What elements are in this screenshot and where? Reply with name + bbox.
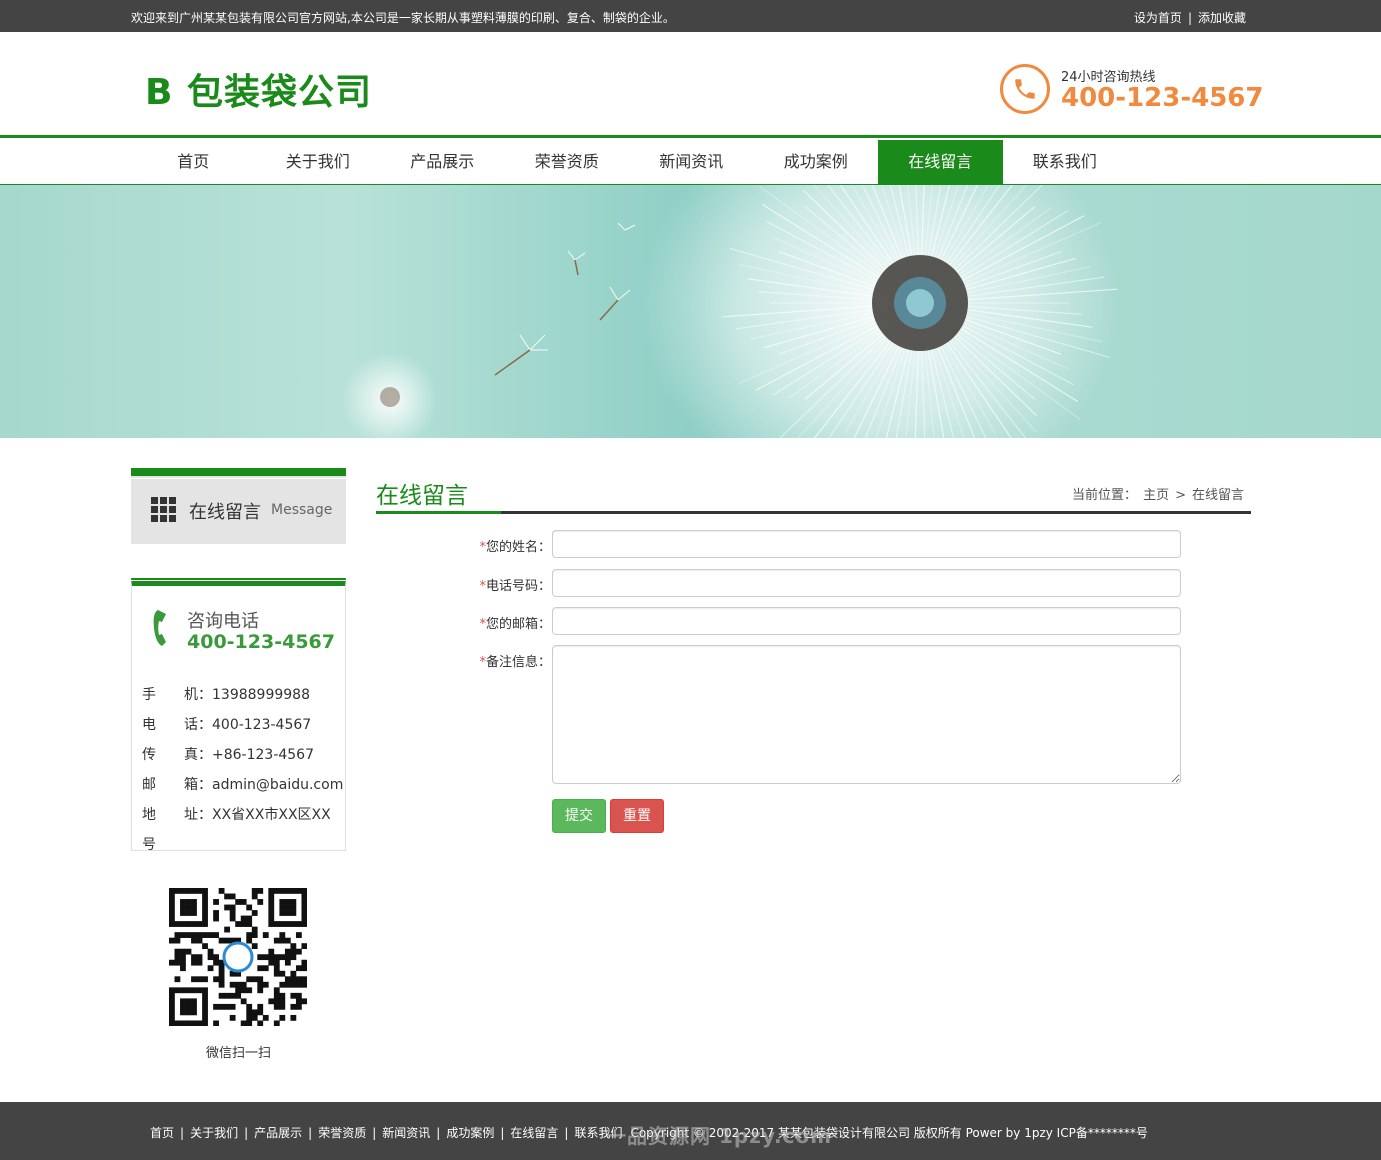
contact-number: 400-123-4567: [187, 631, 335, 653]
footer-link-honors[interactable]: 荣誉资质: [318, 1126, 366, 1140]
top-bar: 欢迎来到广州某某包装有限公司官方网站,本公司是一家长期从事塑料薄膜的印刷、复合、…: [0, 0, 1381, 32]
phone-input[interactable]: [552, 569, 1181, 597]
sidebar-title: 在线留言: [189, 502, 261, 523]
nav-item-about[interactable]: 关于我们: [256, 140, 381, 184]
nav-item-message[interactable]: 在线留言: [878, 140, 1003, 184]
telephone-icon: [152, 608, 174, 652]
nav-item-products[interactable]: 产品展示: [380, 140, 505, 184]
footer-sep: |: [500, 1126, 505, 1140]
hotline-number: 400-123-4567: [1061, 83, 1264, 113]
sidebar-subtitle: Message: [271, 502, 333, 518]
contact-email: 邮 箱：admin@baidu.com: [142, 777, 344, 793]
top-separator: |: [1187, 11, 1192, 25]
site-logo[interactable]: B 包装袋公司: [145, 63, 372, 115]
footer-sep: |: [180, 1126, 185, 1140]
welcome-text: 欢迎来到广州某某包装有限公司官方网站,本公司是一家长期从事塑料薄膜的印刷、复合、…: [131, 11, 675, 25]
email-label: *您的邮箱：: [479, 617, 551, 632]
breadcrumb-sep: >: [1175, 488, 1186, 503]
contact-box: 咨询电话 400-123-4567 手 机：13988999988 电 话：40…: [131, 578, 346, 853]
reset-button[interactable]: 重置: [610, 799, 664, 833]
contact-phone: 电 话：400-123-4567: [142, 717, 312, 733]
contact-mobile: 手 机：13988999988: [142, 687, 310, 703]
breadcrumb: 当前位置： 主页 > 在线留言: [1069, 484, 1247, 503]
footer-link-news[interactable]: 新闻资讯: [382, 1126, 430, 1140]
breadcrumb-current: 在线留言: [1191, 488, 1244, 503]
name-input[interactable]: [552, 530, 1181, 558]
footer-sep: |: [308, 1126, 313, 1140]
submit-button[interactable]: 提交: [552, 799, 606, 833]
footer-link-products[interactable]: 产品展示: [254, 1126, 302, 1140]
set-home-link[interactable]: 设为首页: [1134, 11, 1182, 25]
hero-banner: [0, 185, 1381, 438]
footer-link-message[interactable]: 在线留言: [510, 1126, 558, 1140]
site-header: B 包装袋公司 24小时咨询热线 400-123-4567: [0, 32, 1381, 136]
wechat-qr-code: [169, 888, 308, 1027]
footer-sep: |: [564, 1126, 569, 1140]
watermark: 一品资源网 1pzy.com: [606, 1124, 833, 1148]
add-favorite-link[interactable]: 添加收藏: [1198, 11, 1246, 25]
title-divider: [376, 511, 1251, 514]
qr-caption: 微信扫一扫: [205, 1046, 271, 1061]
name-label: *您的姓名：: [479, 540, 551, 555]
page-title: 在线留言: [376, 483, 468, 509]
main-nav: 首页 关于我们 产品展示 荣誉资质 新闻资讯 成功案例 在线留言 联系我们: [0, 140, 1381, 185]
nav-item-cases[interactable]: 成功案例: [754, 140, 879, 184]
dandelion-image: [342, 185, 1120, 438]
grid-icon: [151, 497, 176, 522]
contact-address-cont: 号: [142, 837, 156, 853]
contact-fax: 传 真：+86-123-4567: [142, 747, 314, 763]
top-links: 设为首页 | 添加收藏: [1134, 9, 1246, 26]
email-input[interactable]: [552, 607, 1181, 635]
breadcrumb-home[interactable]: 主页: [1143, 488, 1169, 503]
nav-item-home[interactable]: 首页: [131, 140, 256, 184]
breadcrumb-label: 当前位置：: [1072, 488, 1138, 503]
nav-item-news[interactable]: 新闻资讯: [629, 140, 754, 184]
footer-link-home[interactable]: 首页: [150, 1126, 174, 1140]
footer-link-about[interactable]: 关于我们: [190, 1126, 238, 1140]
footer-link-cases[interactable]: 成功案例: [446, 1126, 494, 1140]
nav-item-contact[interactable]: 联系我们: [1003, 140, 1128, 184]
remark-label: *备注信息：: [479, 655, 551, 670]
remark-textarea[interactable]: [552, 645, 1181, 784]
footer-sep: |: [436, 1126, 441, 1140]
site-footer: 首页 | 关于我们 | 产品展示 | 荣誉资质 | 新闻资讯 | 成功案例 | 在线留言 | 联系我们 Cop…: [0, 1102, 1381, 1160]
phone-label: *电话号码：: [479, 579, 551, 594]
nav-top-line: [0, 135, 1381, 138]
contact-address: 地 址：XX省XX市XX区XX: [142, 807, 331, 823]
sidebar: 在线留言 Message 咨询电话 400-123-4567 手 机：13988…: [131, 468, 346, 1061]
phone-icon: [1000, 64, 1050, 114]
footer-sep: |: [244, 1126, 249, 1140]
contact-title: 咨询电话: [187, 611, 259, 632]
footer-sep: |: [372, 1126, 377, 1140]
nav-item-honors[interactable]: 荣誉资质: [505, 140, 630, 184]
sidebar-header: 在线留言 Message: [131, 468, 346, 544]
